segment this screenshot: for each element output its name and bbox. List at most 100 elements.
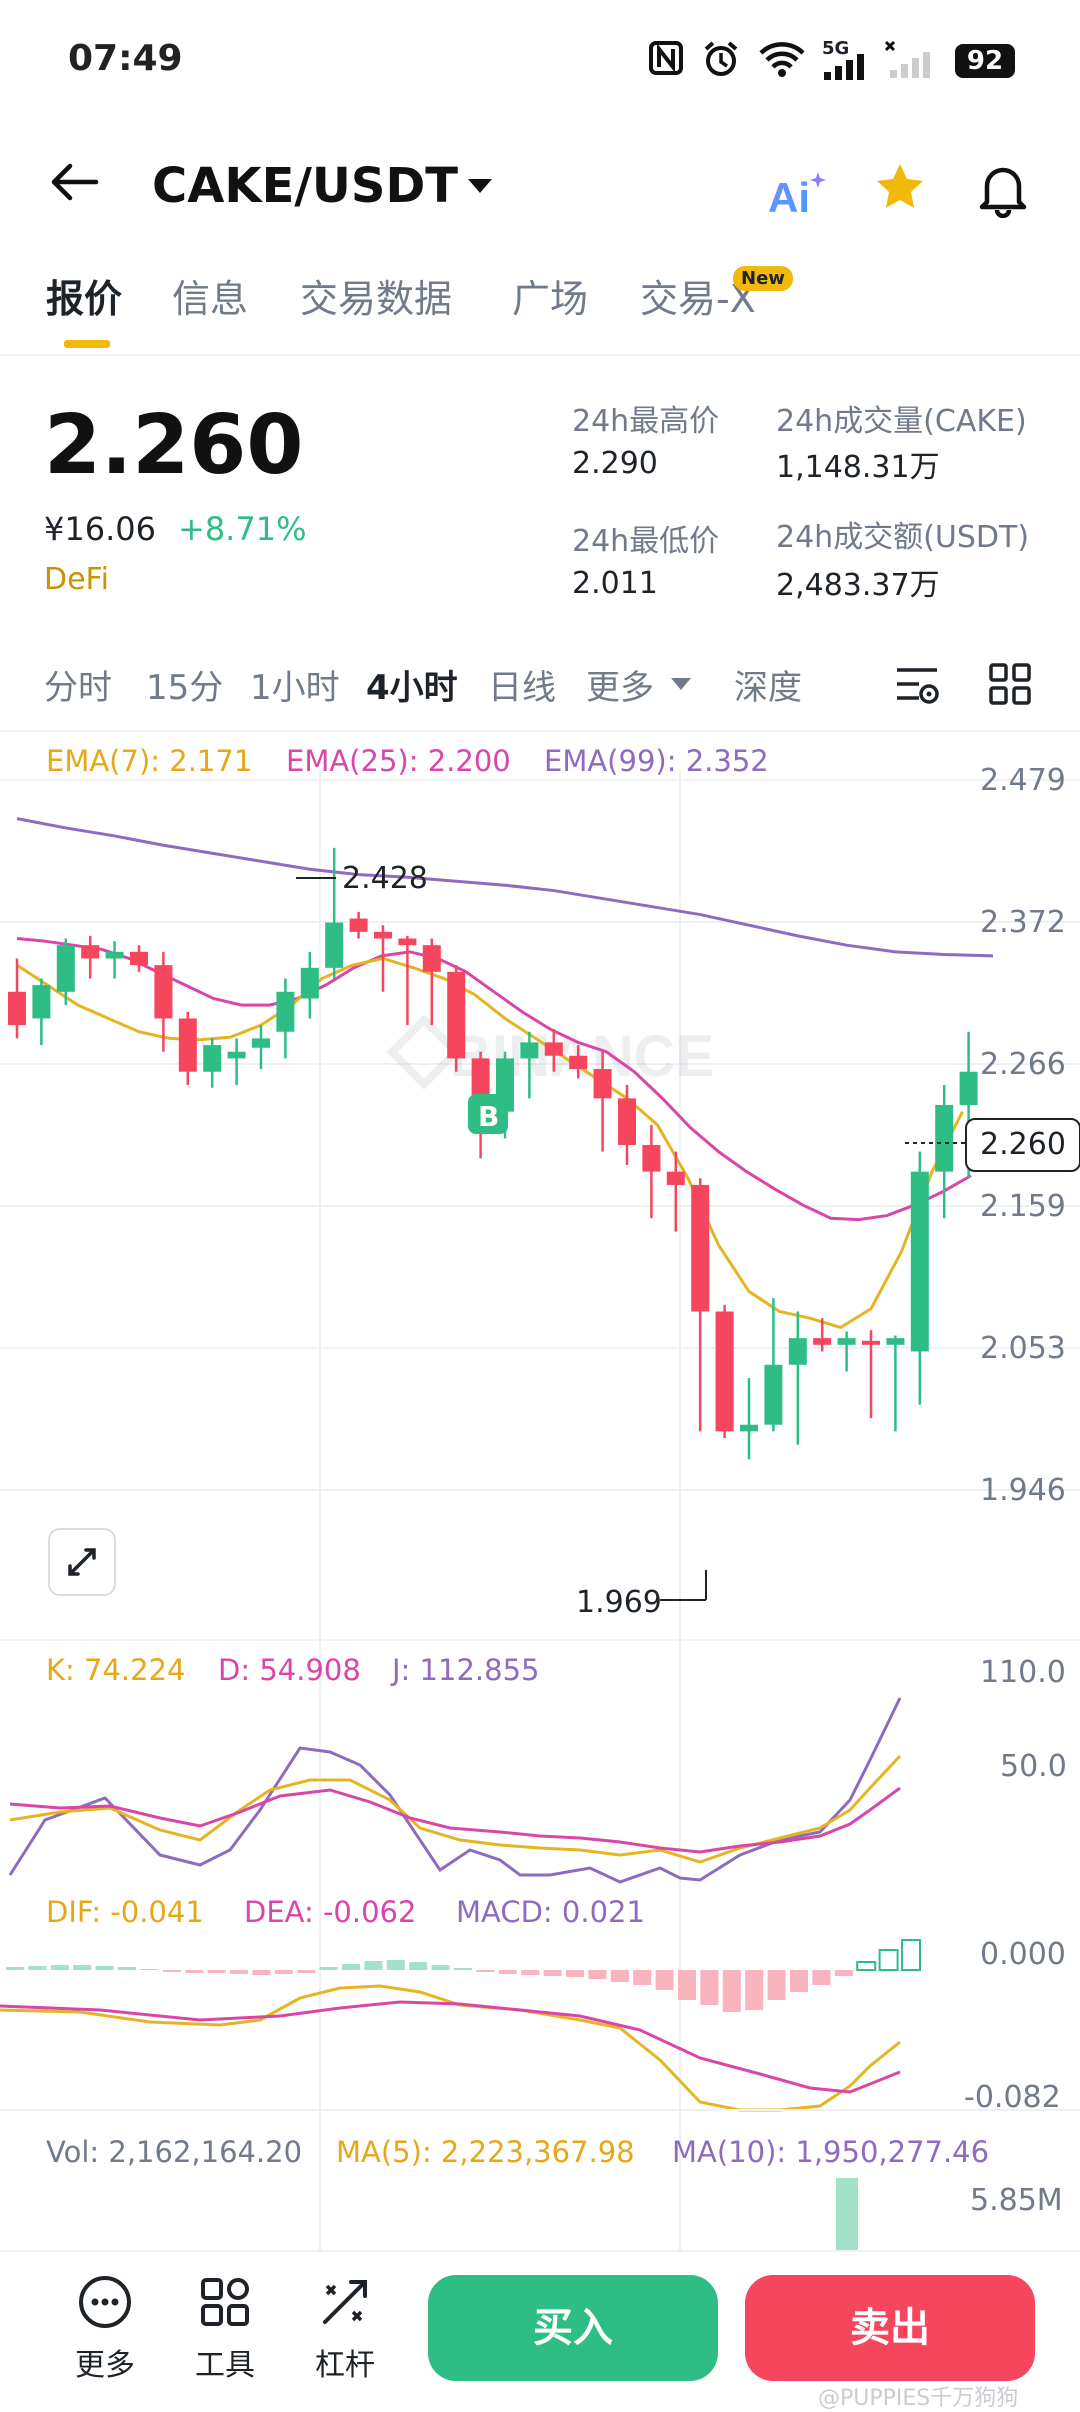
indicator-settings-icon[interactable] <box>894 664 940 712</box>
candle-body <box>447 971 466 1059</box>
tab-trading-data[interactable]: 交易数据 <box>300 268 452 323</box>
macd-bar <box>498 1970 517 1974</box>
macd-bar <box>118 1967 136 1970</box>
high-label: 24h最高价 <box>572 404 720 439</box>
candle-body <box>276 991 295 1032</box>
star-favorite-icon[interactable] <box>872 160 928 220</box>
expand-chart-button[interactable] <box>48 1528 116 1596</box>
interval-more[interactable]: 更多 <box>586 660 654 709</box>
price-axis-label: 2.159 <box>980 1189 1066 1224</box>
kdj-d-line <box>9 1786 901 1854</box>
chevron-down-icon[interactable] <box>466 176 494 200</box>
candle-body <box>764 1364 783 1425</box>
candle-body <box>325 922 344 968</box>
tab-bar: 报价 信息 交易数据 广场 交易-X <box>0 268 1080 358</box>
price-axis-label: 1.946 <box>980 1473 1066 1508</box>
amount-label: 24h成交额(USDT) <box>776 520 1030 555</box>
ema99-path <box>16 817 994 958</box>
back-icon[interactable] <box>48 160 100 208</box>
grid-layout-icon[interactable] <box>988 662 1032 710</box>
divider <box>0 354 1080 356</box>
interval-time[interactable]: 分时 <box>44 660 112 709</box>
macd-bar <box>745 1970 764 2010</box>
macd-bar <box>319 1967 338 1970</box>
tools-button[interactable]: 工具 <box>170 2272 280 2384</box>
buy-button[interactable]: 买入 <box>428 2275 718 2381</box>
volume-label: 24h成交量(CAKE) <box>776 404 1027 439</box>
low-marker: 1.969 <box>576 1570 707 1620</box>
high-value: 2.290 <box>572 446 658 481</box>
ai-icon[interactable]: Ai <box>768 168 830 222</box>
current-price-tag: 2.260 <box>965 1118 1080 1172</box>
candle-body <box>691 1184 710 1312</box>
svg-text:MA(10): 1,950,277.46: MA(10): 1,950,277.46 <box>672 2135 989 2169</box>
tab-info[interactable]: 信息 <box>172 268 248 323</box>
svg-text:Vol: 2,162,164.20: Vol: 2,162,164.20 <box>46 2135 302 2169</box>
macd-bar <box>722 1970 741 2012</box>
macd-bar <box>297 1970 316 1973</box>
macd-bar <box>409 1962 428 1970</box>
candle-body <box>178 1018 197 1072</box>
tab-square[interactable]: 广场 <box>512 268 588 323</box>
candle-body <box>910 1171 929 1352</box>
macd-bar <box>185 1970 204 1973</box>
candles <box>8 847 978 1460</box>
macd-bar <box>252 1970 271 1975</box>
macd-bar <box>543 1970 562 1976</box>
volume-value: 1,148.31万 <box>776 450 940 485</box>
svg-text:B: B <box>478 1100 499 1133</box>
candle-body <box>105 951 124 959</box>
pair-title[interactable]: CAKE/USDT <box>152 158 458 214</box>
candle-body <box>959 1071 978 1106</box>
macd-bar <box>431 1965 450 1970</box>
macd-bar <box>521 1970 540 1975</box>
svg-text:Ai: Ai <box>768 174 810 218</box>
candle-body <box>593 1069 612 1099</box>
macd-bar <box>878 1949 899 1971</box>
more-button[interactable]: 更多 <box>50 2272 160 2384</box>
interval-4h[interactable]: 4小时 <box>366 660 458 709</box>
price-change: +8.71% <box>178 510 307 548</box>
macd-dea-line <box>0 2000 901 2094</box>
candle-body <box>666 1171 685 1185</box>
price-axis-label: 2.053 <box>980 1331 1066 1366</box>
macd-bar <box>207 1970 226 1973</box>
macd-bar <box>386 1960 405 1970</box>
macd-bar <box>454 1968 472 1970</box>
category-tag[interactable]: DeFi <box>44 562 109 597</box>
macd-bar <box>678 1970 696 2000</box>
price-axis-label: 2.372 <box>980 905 1066 940</box>
candle-body <box>813 1338 832 1345</box>
macd-bar <box>812 1970 831 1985</box>
kline-chart[interactable]: BINANCE 2.428 1.969 B 2.4792.3722.2662.1… <box>0 730 1080 2250</box>
svg-text:5.85M: 5.85M <box>970 2183 1063 2218</box>
leverage-label: 杠杆 <box>315 2348 375 2383</box>
low-value: 2.011 <box>572 566 658 601</box>
svg-text:K: 74.224: K: 74.224 <box>46 1653 185 1687</box>
interval-1d[interactable]: 日线 <box>488 660 556 709</box>
battery-indicator: 92 <box>955 44 1015 78</box>
wifi-icon <box>758 40 806 77</box>
interval-1h[interactable]: 1小时 <box>250 660 340 709</box>
candle-body <box>642 1144 661 1172</box>
price-axis-label: 2.479 <box>980 763 1066 798</box>
macd-bar <box>342 1964 360 1970</box>
candle-body <box>300 967 319 999</box>
macd-bar <box>28 1966 47 1970</box>
candle-body <box>374 931 392 939</box>
candle-body <box>422 945 441 972</box>
tab-quote[interactable]: 报价 <box>46 268 122 323</box>
volume-bar <box>836 2178 858 2250</box>
leverage-button[interactable]: 杠杆 <box>290 2272 400 2384</box>
nfc-icon <box>648 40 684 76</box>
macd-bar <box>476 1970 495 1972</box>
candle-body <box>837 1338 856 1345</box>
bell-icon[interactable] <box>975 158 1031 222</box>
leverage-icon <box>323 2280 367 2324</box>
macd-bar <box>50 1965 69 1970</box>
new-badge: New <box>733 266 793 291</box>
interval-depth[interactable]: 深度 <box>734 660 802 709</box>
sell-button[interactable]: 卖出 <box>745 2275 1035 2381</box>
interval-15m[interactable]: 15分 <box>146 660 223 709</box>
signal-2-icon <box>884 40 934 78</box>
